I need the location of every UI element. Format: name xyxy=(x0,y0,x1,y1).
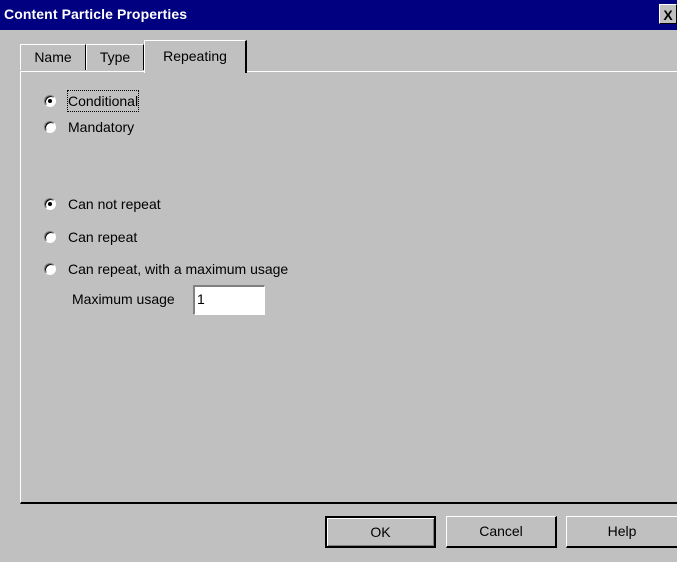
cancel-button[interactable]: Cancel xyxy=(446,516,557,548)
tab-name[interactable]: Name xyxy=(20,44,86,70)
radio-label: Can not repeat xyxy=(68,196,161,212)
help-button[interactable]: Help xyxy=(566,516,677,548)
tab-repeating[interactable]: Repeating xyxy=(144,40,247,73)
close-button[interactable]: X xyxy=(659,4,677,24)
close-icon: X xyxy=(663,7,673,23)
radio-label: Conditional xyxy=(66,90,140,112)
radio-button-checked-icon[interactable] xyxy=(44,198,56,210)
ok-button[interactable]: OK xyxy=(325,516,436,548)
radio-button-icon[interactable] xyxy=(44,263,56,275)
window-title: Content Particle Properties xyxy=(4,6,188,22)
radio-label: Mandatory xyxy=(68,119,135,135)
radio-button-icon[interactable] xyxy=(44,121,56,133)
maximum-usage-label: Maximum usage xyxy=(72,291,175,307)
title-bar: Content Particle Properties X xyxy=(0,0,677,30)
radio-button-checked-icon[interactable] xyxy=(44,95,56,107)
maximum-usage-input[interactable]: 1 xyxy=(193,285,265,315)
radio-label: Can repeat, with a maximum usage xyxy=(68,261,289,277)
radio-button-icon[interactable] xyxy=(44,231,56,243)
radio-label: Can repeat xyxy=(68,229,138,245)
tab-type[interactable]: Type xyxy=(86,44,144,70)
